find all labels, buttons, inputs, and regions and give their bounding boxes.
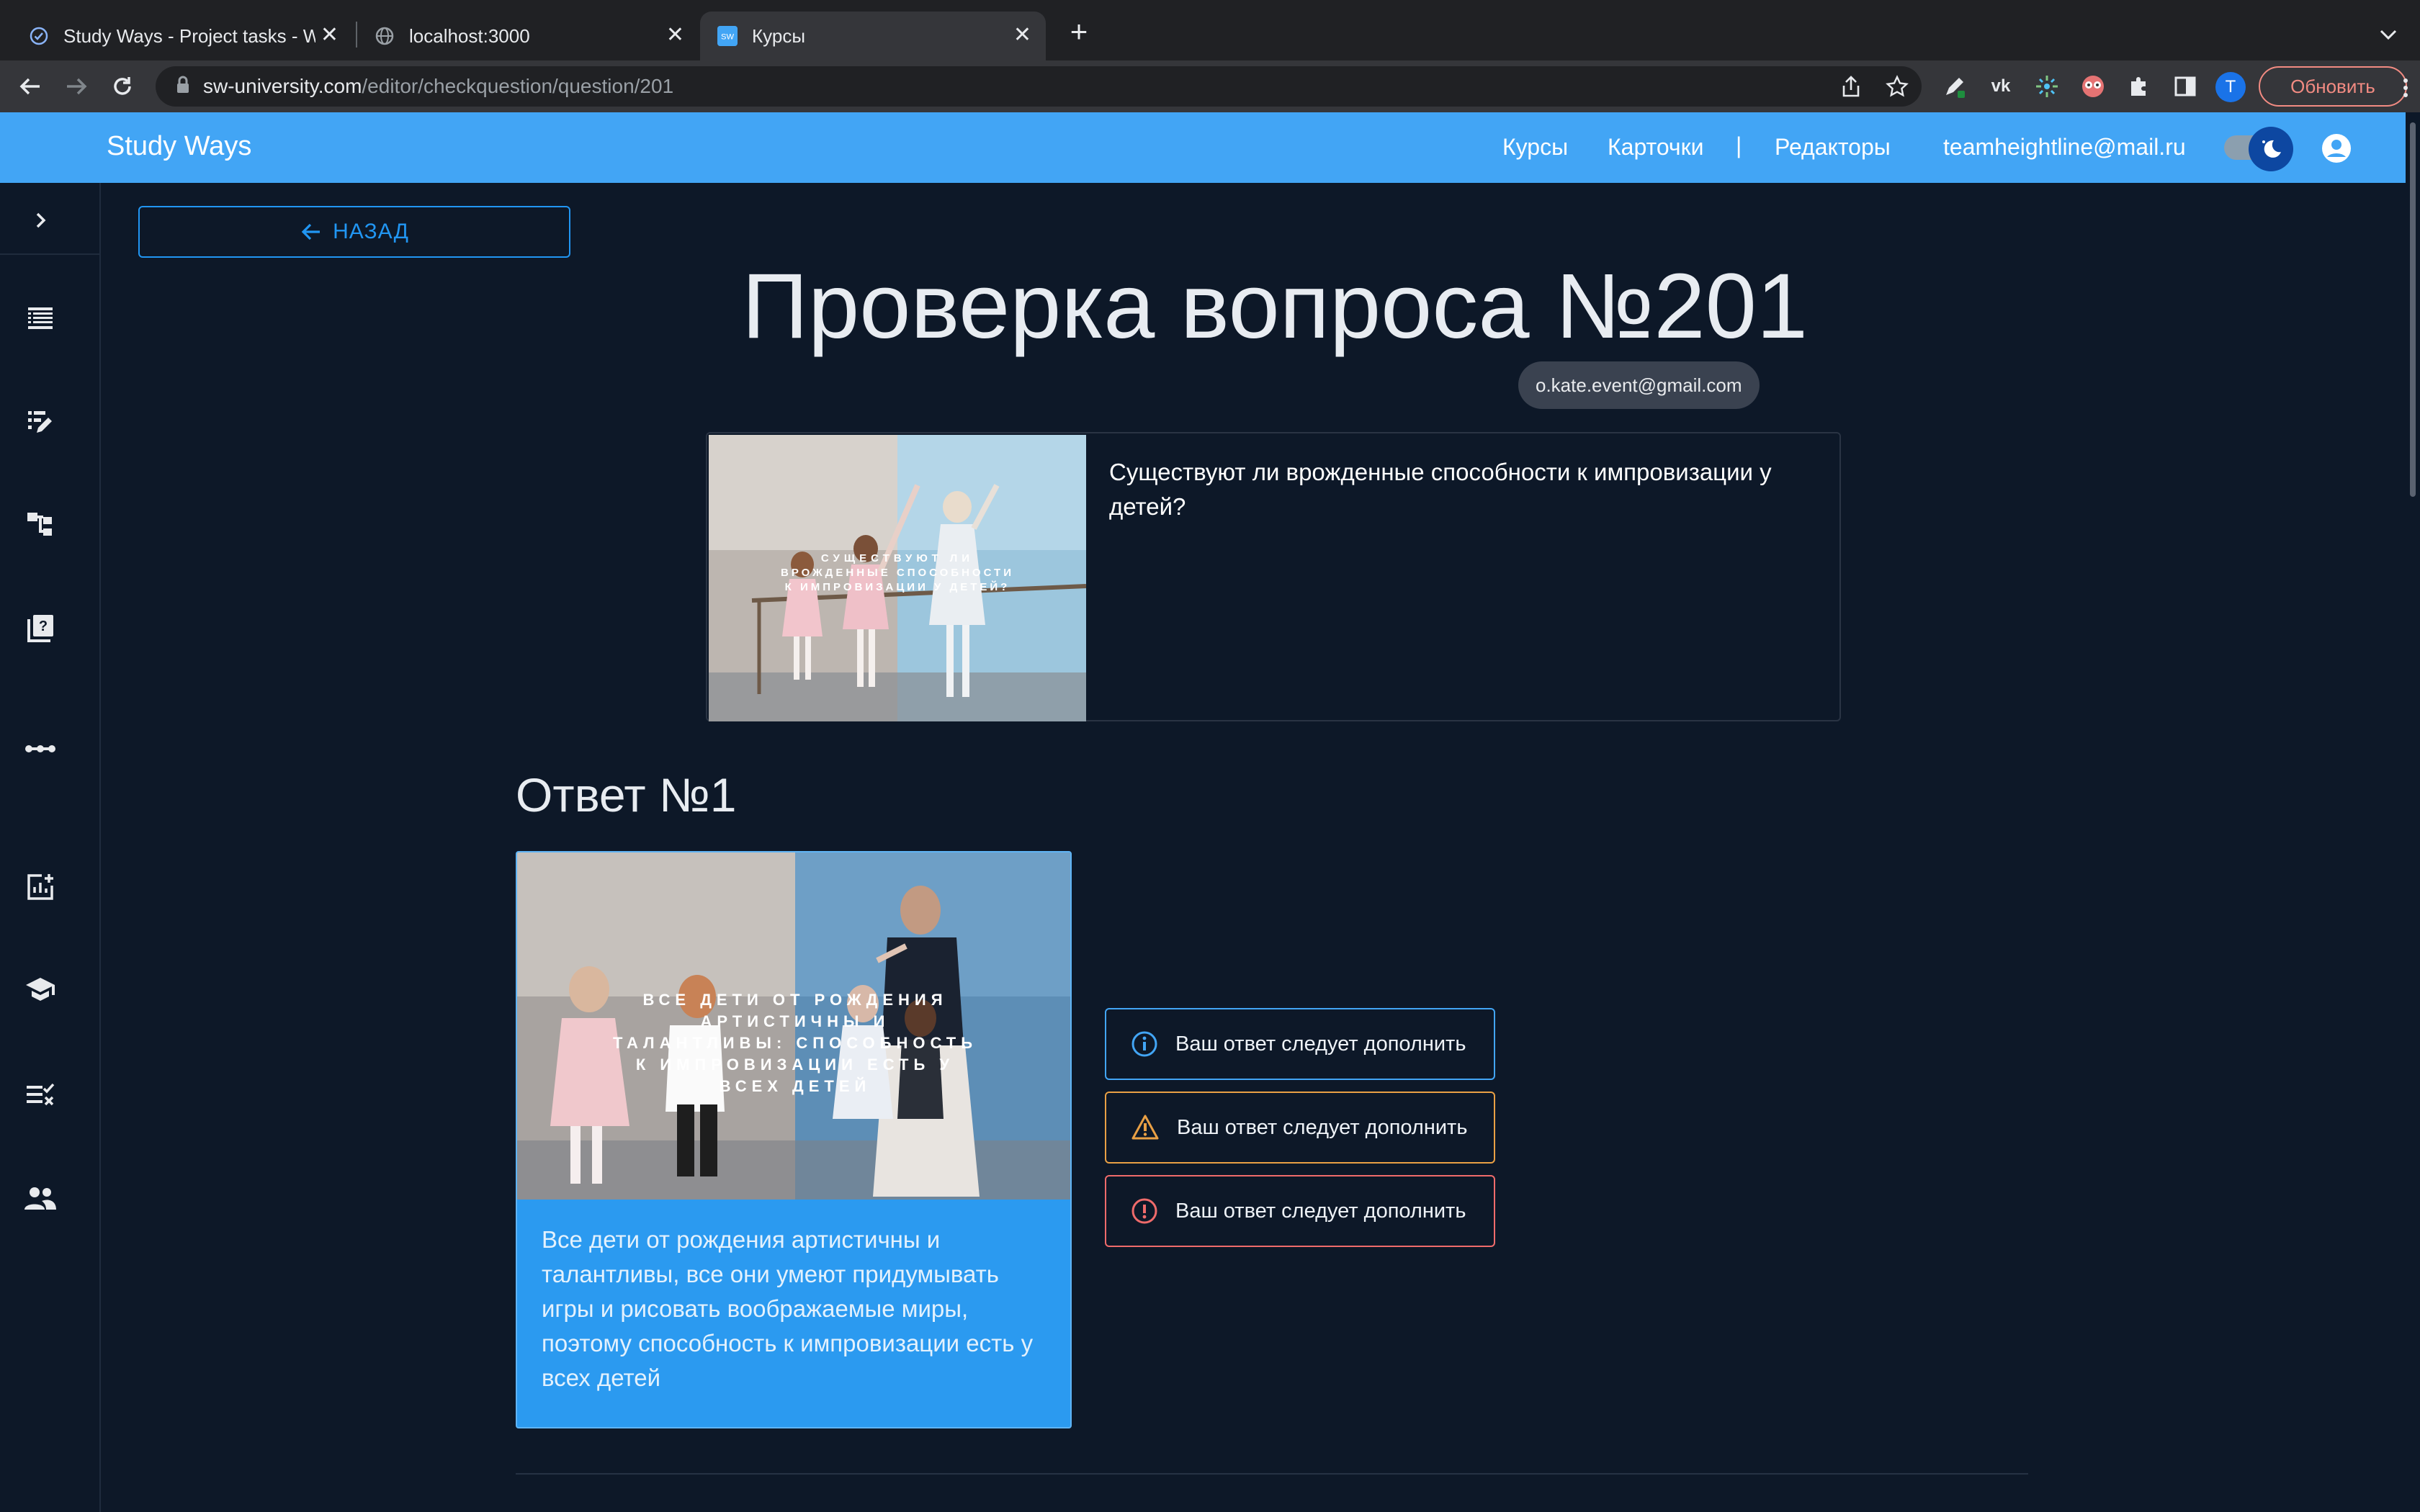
sparkle-extension-icon[interactable]	[2031, 71, 2063, 102]
info-alert: Ваш ответ следует дополнить	[1105, 1008, 1495, 1080]
svg-text:К ИМПРОВИЗАЦИИ У ДЕТЕЙ?: К ИМПРОВИЗАЦИИ У ДЕТЕЙ?	[785, 580, 1010, 593]
list-view-icon[interactable]	[24, 302, 56, 334]
browser-tab-strip: Study Ways - Project tasks - W ✕ localho…	[0, 0, 2420, 60]
edit-note-icon[interactable]	[24, 406, 56, 438]
svg-text:СУЩЕСТВУЮТ ЛИ: СУЩЕСТВУЮТ ЛИ	[821, 552, 974, 564]
svg-text:SW: SW	[721, 33, 734, 42]
tab-title: Study Ways - Project tasks - W	[63, 24, 315, 47]
warning-icon	[1131, 1115, 1159, 1140]
browser-menu-icon[interactable]	[2398, 73, 2413, 102]
bookmark-star-icon[interactable]	[1884, 73, 1910, 99]
more-dots-icon[interactable]	[24, 733, 56, 765]
url-path: /editor/checkquestion/question/201	[362, 75, 674, 97]
side-panel-icon[interactable]	[2169, 71, 2201, 102]
answer-card[interactable]: ВСЕ ДЕТИ ОТ РОЖДЕНИЯ АРТИСТИЧНЫ И ТАЛАНТ…	[516, 851, 1072, 1428]
answer-image: ВСЕ ДЕТИ ОТ РОЖДЕНИЯ АРТИСТИЧНЫ И ТАЛАНТ…	[517, 852, 1070, 1200]
sidebar: ?	[0, 183, 101, 1512]
pen-extension-icon[interactable]	[1939, 71, 1971, 102]
checklist-icon[interactable]	[24, 1079, 56, 1110]
close-tab-icon[interactable]: ✕	[321, 24, 339, 46]
globe-icon	[375, 26, 395, 46]
puzzle-extensions-icon[interactable]	[2123, 71, 2155, 102]
alert-text: Ваш ответ следует дополнить	[1177, 1115, 1468, 1139]
tab-title: localhost:3000	[409, 24, 530, 47]
screen: Study Ways - Project tasks - W ✕ localho…	[0, 0, 2420, 1512]
nav-editors[interactable]: Редакторы	[1775, 134, 1891, 161]
dark-mode-moon-icon[interactable]	[2249, 127, 2293, 171]
question-text: Существуют ли врожденные способности к и…	[1109, 459, 1772, 520]
question-card: СУЩЕСТВУЮТ ЛИ ВРОЖДЕННЫЕ СПОСОБНОСТИ К И…	[706, 432, 1841, 721]
tab-search-chevron-icon[interactable]	[2374, 20, 2403, 49]
share-icon[interactable]	[1838, 73, 1864, 99]
section-divider	[516, 1473, 2028, 1475]
svg-text:АРТИСТИЧНЫ И: АРТИСТИЧНЫ И	[701, 1012, 890, 1030]
svg-text:ВСЕХ ДЕТЕЙ: ВСЕХ ДЕТЕЙ	[720, 1077, 871, 1095]
error-icon	[1131, 1198, 1157, 1224]
app-header: Study Ways Курсы Карточки | Редакторы te…	[0, 112, 2406, 183]
browser-tab-active[interactable]: SW Курсы ✕	[700, 12, 1046, 60]
address-bar[interactable]: sw-university.com/editor/checkquestion/q…	[156, 66, 1922, 107]
lock-icon[interactable]	[176, 76, 190, 98]
nav-courses[interactable]: Курсы	[1502, 134, 1568, 161]
update-button[interactable]: Обновить	[2259, 66, 2407, 107]
sidebar-divider	[0, 253, 101, 255]
browser-tab[interactable]: localhost:3000 ✕	[346, 12, 699, 60]
url-host: sw-university.com	[203, 75, 362, 97]
school-cap-icon[interactable]	[24, 973, 56, 1005]
scrollbar-thumb[interactable]	[2410, 122, 2416, 497]
warning-alert: Ваш ответ следует дополнить	[1105, 1092, 1495, 1164]
sw-favicon-icon: SW	[717, 26, 738, 46]
vk-extension-icon[interactable]: vk	[1985, 71, 2017, 102]
chevron-right-icon[interactable]	[24, 204, 56, 236]
answer-text: Все дети от рождения артистичны и талант…	[542, 1226, 1034, 1391]
people-icon[interactable]	[24, 1182, 56, 1214]
browser-toolbar: sw-university.com/editor/checkquestion/q…	[0, 60, 2420, 112]
error-alert: Ваш ответ следует дополнить	[1105, 1175, 1495, 1247]
svg-text:ТАЛАНТЛИВЫ: СПОСОБНОСТЬ: ТАЛАНТЛИВЫ: СПОСОБНОСТЬ	[613, 1034, 977, 1052]
close-tab-icon[interactable]: ✕	[666, 24, 684, 46]
back-button[interactable]: НАЗАД	[138, 206, 570, 258]
back-arrow-icon[interactable]	[14, 71, 46, 102]
new-tab-button[interactable]: +	[1063, 17, 1095, 49]
svg-text:ВСЕ ДЕТИ ОТ РОЖДЕНИЯ: ВСЕ ДЕТИ ОТ РОЖДЕНИЯ	[642, 991, 947, 1009]
check-circle-icon	[29, 26, 49, 46]
alert-text: Ваш ответ следует дополнить	[1175, 1199, 1466, 1223]
tab-title: Курсы	[752, 24, 806, 47]
arrow-left-icon	[301, 223, 321, 240]
add-chart-icon[interactable]	[24, 871, 56, 903]
browser-tab[interactable]: Study Ways - Project tasks - W ✕	[0, 12, 353, 60]
nav-divider: |	[1736, 132, 1742, 158]
hierarchy-icon[interactable]	[24, 508, 56, 540]
reload-icon[interactable]	[107, 71, 138, 102]
alert-text: Ваш ответ следует дополнить	[1175, 1032, 1466, 1056]
face-extension-icon[interactable]	[2077, 71, 2109, 102]
svg-text:?: ?	[39, 618, 48, 634]
info-icon	[1131, 1031, 1157, 1057]
profile-avatar[interactable]: T	[2215, 72, 2246, 102]
svg-text:К ИМПРОВИЗАЦИИ ЕСТЬ У: К ИМПРОВИЗАЦИИ ЕСТЬ У	[636, 1056, 954, 1074]
user-email[interactable]: teamheightline@mail.ru	[1943, 134, 2186, 161]
author-chip[interactable]: o.kate.event@gmail.com	[1518, 361, 1760, 409]
close-tab-icon[interactable]: ✕	[1013, 24, 1031, 46]
brand-logo[interactable]: Study Ways	[107, 131, 251, 162]
svg-text:ВРОЖДЕННЫЕ СПОСОБНОСТИ: ВРОЖДЕННЫЕ СПОСОБНОСТИ	[781, 567, 1014, 579]
page-title: Проверка вопроса №201	[742, 255, 1808, 358]
account-circle-icon[interactable]	[2321, 132, 2352, 164]
question-image: СУЩЕСТВУЮТ ЛИ ВРОЖДЕННЫЕ СПОСОБНОСТИ К И…	[709, 435, 1086, 721]
answer-heading: Ответ №1	[516, 768, 737, 822]
quiz-book-icon[interactable]: ?	[24, 612, 56, 644]
nav-cards[interactable]: Карточки	[1608, 134, 1703, 161]
forward-arrow-icon[interactable]	[60, 71, 92, 102]
back-label: НАЗАД	[333, 220, 409, 243]
